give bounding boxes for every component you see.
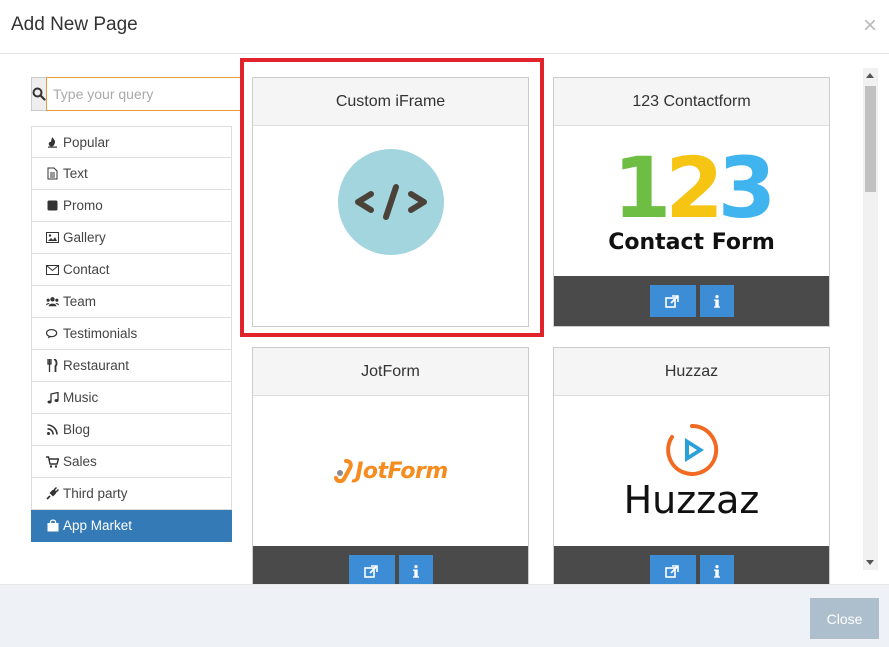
category-label: Popular: [63, 134, 110, 150]
category-testimonials[interactable]: Testimonials: [31, 318, 232, 350]
info-button[interactable]: [398, 555, 433, 584]
close-icon[interactable]: ×: [863, 14, 877, 38]
card-title: Huzzaz: [554, 348, 829, 396]
info-button[interactable]: [699, 555, 734, 584]
music-icon: [46, 391, 59, 404]
open-external-button[interactable]: [649, 285, 696, 317]
category-label: Promo: [63, 198, 103, 213]
category-label: Contact: [63, 262, 110, 277]
app-card-custom-iframe[interactable]: Custom iFrame: [252, 77, 529, 327]
modal-body: Popular Text Promo Gallery Contact Team …: [0, 55, 889, 584]
category-sales[interactable]: Sales: [31, 446, 232, 478]
code-icon: [337, 149, 444, 255]
category-label: Testimonials: [63, 326, 138, 341]
scrollbar-thumb[interactable]: [865, 86, 876, 192]
category-music[interactable]: Music: [31, 382, 232, 414]
card-logo: JotForm: [253, 396, 528, 546]
info-button[interactable]: [699, 285, 734, 317]
category-contact[interactable]: Contact: [31, 254, 232, 286]
modal-header: Add New Page ×: [0, 0, 889, 54]
card-actions: [554, 276, 829, 326]
users-icon: [46, 295, 59, 308]
category-label: Team: [63, 294, 97, 309]
category-blog[interactable]: Blog: [31, 414, 232, 446]
category-label: Third party: [63, 486, 128, 501]
category-text[interactable]: Text: [31, 158, 232, 190]
jotform-logo: JotForm: [333, 459, 448, 484]
scroll-down-arrow-icon[interactable]: [866, 560, 874, 565]
card-logo: 123 Contact Form: [554, 126, 829, 276]
search-group: [31, 77, 241, 111]
123-contactform-logo: 123 Contact Form: [608, 138, 776, 255]
app-card-123-contactform[interactable]: 123 Contactform 123 Contact Form: [553, 77, 830, 327]
fire-icon: [46, 136, 59, 149]
open-external-button[interactable]: [649, 555, 696, 584]
card-logo: Huzzaz: [554, 396, 829, 546]
info-icon: [713, 294, 720, 308]
scrollbar[interactable]: [863, 68, 878, 570]
category-app-market[interactable]: App Market: [31, 510, 232, 542]
image-icon: [46, 231, 59, 244]
card-logo: [253, 126, 528, 326]
shopping-bag-icon: [46, 519, 59, 532]
search-icon: [31, 77, 46, 111]
category-list: Popular Text Promo Gallery Contact Team …: [31, 126, 232, 542]
category-label: Sales: [63, 454, 97, 469]
square-icon: [46, 199, 59, 212]
category-label: Gallery: [63, 230, 106, 245]
category-gallery[interactable]: Gallery: [31, 222, 232, 254]
plug-icon: [46, 487, 59, 500]
category-label: Restaurant: [63, 358, 130, 373]
category-label: Blog: [63, 422, 91, 437]
external-link-icon: [364, 564, 378, 578]
modal-footer: Close: [0, 584, 889, 647]
info-icon: [412, 564, 419, 578]
card-title: 123 Contactform: [554, 78, 829, 126]
card-title: Custom iFrame: [253, 78, 528, 126]
close-button[interactable]: Close: [810, 598, 879, 639]
category-promo[interactable]: Promo: [31, 190, 232, 222]
search-input[interactable]: [46, 77, 241, 111]
modal-title: Add New Page: [11, 14, 138, 35]
card-actions: [554, 546, 829, 584]
shopping-cart-icon: [46, 455, 59, 468]
external-link-icon: [665, 564, 679, 578]
envelope-icon: [46, 263, 59, 276]
app-card-huzzaz[interactable]: Huzzaz Huzzaz: [553, 347, 830, 584]
comments-icon: [46, 327, 59, 340]
huzzaz-play-icon: [665, 423, 718, 476]
category-label: App Market: [63, 518, 133, 533]
file-text-icon: [46, 167, 59, 180]
app-card-jotform[interactable]: JotForm JotForm: [252, 347, 529, 584]
info-icon: [713, 564, 720, 578]
category-label: Text: [63, 166, 88, 181]
category-restaurant[interactable]: Restaurant: [31, 350, 232, 382]
card-title: JotForm: [253, 348, 528, 396]
cutlery-icon: [46, 359, 59, 372]
category-team[interactable]: Team: [31, 286, 232, 318]
rss-icon: [46, 423, 59, 436]
category-third-party[interactable]: Third party: [31, 478, 232, 510]
external-link-icon: [665, 294, 679, 308]
category-label: Music: [63, 390, 99, 405]
open-external-button[interactable]: [348, 555, 395, 584]
scroll-up-arrow-icon[interactable]: [866, 73, 874, 78]
category-popular[interactable]: Popular: [31, 126, 232, 158]
card-actions: [253, 546, 528, 584]
